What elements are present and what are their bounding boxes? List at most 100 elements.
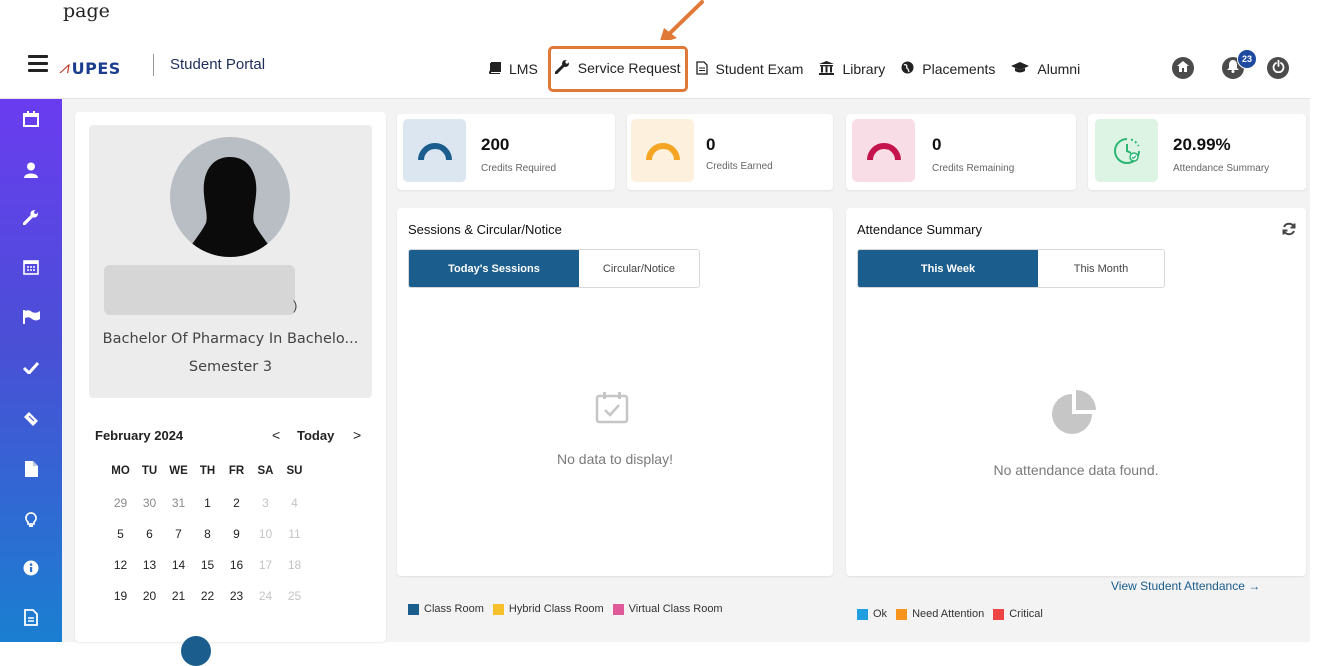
attendance-empty-message: No attendance data found. bbox=[993, 462, 1159, 478]
nav-alumni[interactable]: Alumni bbox=[1011, 61, 1080, 77]
nav-library[interactable]: Library bbox=[819, 60, 886, 78]
legend-swatch bbox=[857, 608, 868, 620]
calendar-day[interactable]: 17 bbox=[251, 558, 280, 589]
calendar-day[interactable]: 21 bbox=[164, 589, 193, 620]
calendar-day[interactable]: 19 bbox=[106, 589, 135, 620]
calendar-day[interactable]: 18 bbox=[280, 558, 309, 589]
view-student-attendance-link[interactable]: View Student Attendance → bbox=[1111, 579, 1260, 593]
nav-lms-label: LMS bbox=[509, 61, 538, 77]
portal-title: Student Portal bbox=[170, 56, 266, 73]
calendar-day[interactable]: 11 bbox=[280, 527, 309, 558]
calendar-day[interactable]: 9 bbox=[222, 527, 251, 558]
calendar-day[interactable]: 14 bbox=[164, 558, 193, 589]
weekday-label: FR bbox=[228, 465, 245, 477]
credits-earned-value: 0 bbox=[706, 135, 716, 154]
semester-label: Semester 3 bbox=[188, 359, 273, 375]
calendar-day[interactable]: 24 bbox=[251, 589, 280, 620]
sessions-legend: Class Room Hybrid Class Room Virtual Cla… bbox=[408, 603, 732, 615]
refresh-icon[interactable] bbox=[1282, 222, 1296, 239]
calendar-day[interactable]: 15 bbox=[193, 558, 222, 589]
calendar-day[interactable]: 12 bbox=[106, 558, 135, 589]
home-icon bbox=[1177, 61, 1189, 75]
weekday-label: WE bbox=[169, 465, 188, 477]
nav-placements-label: Placements bbox=[922, 61, 996, 77]
legend-label: Class Room bbox=[424, 603, 484, 615]
check-icon[interactable] bbox=[22, 361, 40, 379]
tab-circular-notice[interactable]: Circular/Notice bbox=[579, 250, 699, 287]
calendar-day[interactable]: 23 bbox=[222, 589, 251, 620]
student-id-tail: ) bbox=[293, 298, 298, 313]
calendar-day[interactable]: 30 bbox=[135, 496, 164, 527]
calendar-day[interactable]: 2 bbox=[222, 496, 251, 527]
calendar-prev-button[interactable]: < bbox=[272, 427, 280, 443]
legend-ok: Ok bbox=[857, 608, 887, 620]
avatar bbox=[170, 137, 290, 257]
menu-icon[interactable] bbox=[28, 55, 48, 76]
calendar-day[interactable]: 29 bbox=[106, 496, 135, 527]
tab-todays-sessions[interactable]: Today's Sessions bbox=[409, 250, 579, 287]
calendar-next-button[interactable]: > bbox=[353, 427, 361, 443]
nav-student-exam[interactable]: Student Exam bbox=[695, 60, 804, 78]
header-divider bbox=[153, 54, 154, 76]
logout-button[interactable] bbox=[1267, 57, 1289, 79]
legend-critical: Critical bbox=[993, 608, 1043, 620]
attendance-panel-title: Attendance Summary bbox=[857, 222, 983, 237]
calendar-weekday-row: MO TU WE TH FR SA SU bbox=[106, 465, 309, 496]
attendance-legend: Ok Need Attention Critical bbox=[857, 608, 1052, 620]
calendar-icon[interactable] bbox=[23, 111, 39, 129]
legend-swatch bbox=[993, 608, 1005, 620]
info-icon[interactable] bbox=[23, 560, 39, 578]
legend-swatch bbox=[612, 603, 624, 615]
nav-placements[interactable]: Placements bbox=[901, 61, 995, 77]
legend-swatch bbox=[896, 608, 908, 620]
nav-service-request-label: Service Request bbox=[577, 60, 681, 76]
calendar-day[interactable]: 8 bbox=[193, 527, 222, 558]
calendar-day[interactable]: 10 bbox=[251, 527, 280, 558]
calendar-day[interactable]: 31 bbox=[164, 496, 193, 527]
credits-remaining-value: 0 bbox=[932, 135, 942, 154]
notification-count-badge: 23 bbox=[1237, 49, 1257, 69]
calendar-day[interactable]: 6 bbox=[135, 527, 164, 558]
graduation-cap-icon bbox=[1011, 61, 1030, 77]
calendar-day[interactable]: 5 bbox=[106, 527, 135, 558]
calendar-today-button[interactable]: Today bbox=[297, 428, 334, 443]
calendar-day[interactable]: 25 bbox=[280, 589, 309, 620]
sessions-tabs: Today's Sessions Circular/Notice bbox=[408, 249, 700, 288]
calendar-month: February 2024 bbox=[95, 428, 184, 443]
upes-logo[interactable]: ⩘ UPES bbox=[58, 51, 121, 85]
nav-student-exam-label: Student Exam bbox=[715, 61, 804, 77]
logo-text: UPES bbox=[71, 58, 121, 78]
calendar-week-row: 19 20 21 22 23 24 25 bbox=[106, 589, 309, 620]
calendar-grid-icon[interactable] bbox=[23, 259, 39, 277]
lightbulb-icon[interactable] bbox=[23, 512, 39, 530]
calendar-day[interactable]: 16 bbox=[222, 558, 251, 589]
legend-need-attention: Need Attention bbox=[896, 608, 984, 620]
nav-lms[interactable]: LMS bbox=[488, 61, 538, 77]
calendar-day[interactable]: 22 bbox=[193, 589, 222, 620]
calendar-day[interactable]: 7 bbox=[164, 527, 193, 558]
calendar-day[interactable]: 3 bbox=[251, 496, 280, 527]
weekday-label: SU bbox=[286, 465, 303, 477]
document-icon[interactable] bbox=[23, 609, 39, 627]
nav-service-request[interactable]: Service Request bbox=[547, 46, 688, 92]
nav-library-label: Library bbox=[842, 61, 886, 77]
user-icon[interactable] bbox=[23, 162, 39, 180]
calendar-day[interactable]: 4 bbox=[280, 496, 309, 527]
tab-this-month[interactable]: This Month bbox=[1038, 250, 1164, 287]
program-name: Bachelor Of Pharmacy In Bachelo... bbox=[102, 331, 359, 347]
calendar-day[interactable]: 13 bbox=[135, 558, 164, 589]
calendar-day[interactable]: 20 bbox=[135, 589, 164, 620]
gauge-icon bbox=[852, 119, 915, 182]
wrench-icon[interactable] bbox=[22, 209, 39, 227]
gauge-icon bbox=[631, 119, 694, 182]
top-navbar: ⩘ UPES Student Portal LMS Service Reques… bbox=[0, 40, 1310, 99]
home-button[interactable] bbox=[1172, 57, 1194, 79]
weekday-label: TH bbox=[199, 465, 216, 477]
flag-icon[interactable] bbox=[23, 310, 40, 328]
attendance-tabs: This Week This Month bbox=[857, 249, 1165, 288]
ticket-icon[interactable] bbox=[23, 411, 39, 429]
tab-this-week[interactable]: This Week bbox=[858, 250, 1038, 287]
calendar-day[interactable]: 1 bbox=[193, 496, 222, 527]
file-icon[interactable] bbox=[23, 461, 39, 479]
calendar-grid: MO TU WE TH FR SA SU 29 30 31 1 2 3 4 5 … bbox=[106, 465, 309, 620]
